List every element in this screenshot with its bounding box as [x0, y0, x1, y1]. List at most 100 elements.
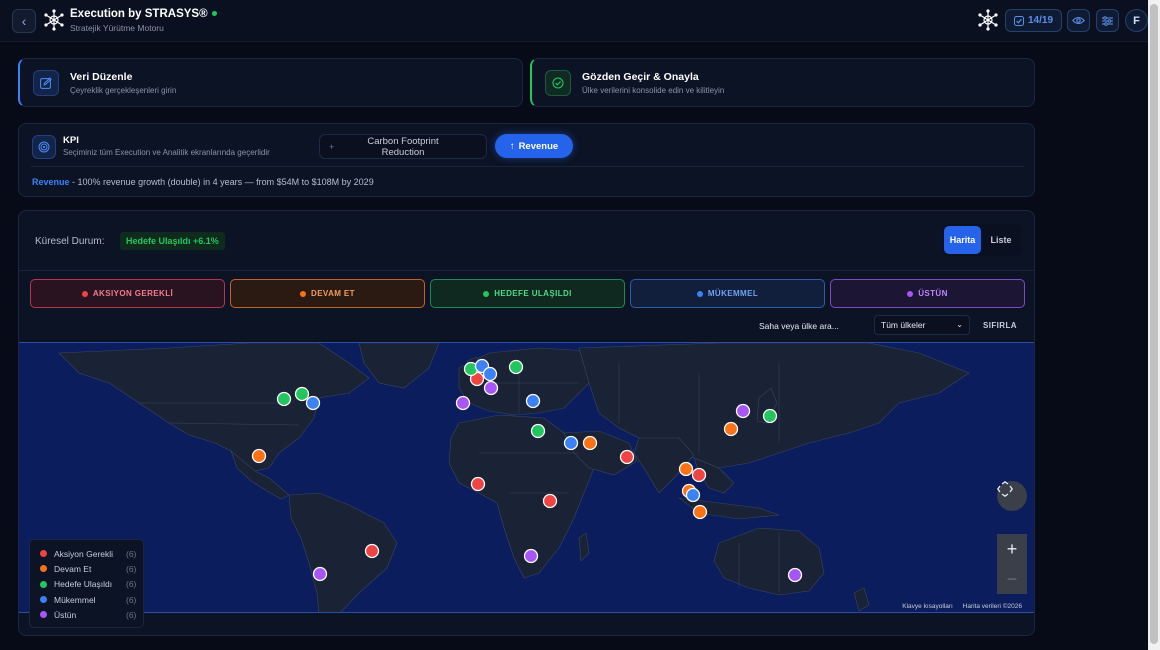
legend-label: Aksiyon Gerekli [54, 548, 114, 559]
legend-item: Mükemmel (6) [40, 592, 143, 607]
target-icon [32, 135, 56, 159]
filter-target-reached[interactable]: HEDEFE ULAŞILDI [430, 279, 625, 308]
legend-label: Devam Et [54, 563, 92, 574]
marker-ustun [735, 403, 751, 419]
search-input[interactable] [759, 317, 867, 334]
chevron-left-icon: ‹ [21, 13, 27, 29]
filter-excellent[interactable]: MÜKEMMEL [630, 279, 825, 308]
map-attribution: Klavye kısayolları Harita verileri ©2026 [894, 603, 1022, 610]
divider [19, 270, 1034, 271]
global-status-card: Küresel Durum: Hedefe Ulaşıldı +6.1% Har… [18, 210, 1035, 636]
divider [31, 166, 1024, 167]
filter-superior[interactable]: ÜSTÜN [830, 279, 1025, 308]
user-avatar[interactable]: F [1125, 9, 1148, 32]
country-select[interactable]: Tüm ülkeler ⌄ [874, 315, 970, 335]
status-dot [696, 290, 703, 297]
legend-count: (6) [126, 609, 137, 620]
marker-aksiyon-gerekli [542, 493, 558, 509]
world-map-svg [58, 343, 970, 612]
marker-devam-et [723, 421, 739, 437]
keyboard-shortcuts-link[interactable]: Klavye kısayolları [902, 603, 953, 610]
marker-hedefe-ulasildi [294, 386, 310, 402]
kpi-option-carbon[interactable]: + Carbon Footprint Reduction [319, 134, 487, 159]
legend-label: Mükemmel [54, 594, 96, 605]
preview-button[interactable] [1067, 9, 1090, 32]
legend-count: (6) [126, 579, 137, 590]
marker-ustun [523, 548, 539, 564]
marker-devam-et [678, 461, 694, 477]
world-map[interactable]: + − Klavye kısayolları Harita verileri ©… [19, 342, 1034, 613]
page-scrollbar[interactable] [1148, 0, 1160, 650]
north-america-landmass [58, 343, 370, 472]
step-card-edit-data[interactable]: Veri Düzenle Çeyreklik gerçekleşenleri g… [18, 58, 523, 107]
marker-ustun [483, 380, 499, 396]
status-dot [40, 580, 47, 588]
filter-continue[interactable]: DEVAM ET [230, 279, 425, 308]
kpi-label: KPI [63, 135, 79, 146]
status-badge: Hedefe Ulaşıldı +6.1% [120, 232, 225, 250]
plus-icon: + [329, 142, 335, 152]
strasys-logo-icon [44, 9, 64, 31]
kpi-description-text: - 100% revenue growth (double) in 4 year… [69, 177, 374, 187]
marker-aksiyon-gerekli [470, 476, 486, 492]
map-legend: Aksiyon Gerekli (6) Devam Et (6) Hedefe Ul… [29, 539, 144, 628]
status-dot [300, 290, 307, 297]
reset-button[interactable]: SIFIRLA [977, 315, 1023, 335]
global-status-label: Küresel Durum: [35, 236, 105, 247]
online-status-dot [211, 11, 217, 17]
checklist-icon [1013, 15, 1024, 26]
legend-item: Devam Et (6) [40, 561, 143, 576]
step-title: Veri Düzenle [70, 71, 133, 83]
status-dot [40, 565, 47, 573]
filter-label: ÜSTÜN [918, 289, 948, 298]
step-subtitle: Çeyreklik gerçekleşenleri girin [70, 86, 177, 95]
step-subtitle: Ülke verilerini konsolide edin ve kilitl… [582, 86, 725, 95]
legend-count: (6) [126, 548, 137, 559]
top-bar: ‹ Execution by STRASYS® Stratejik Yürütm… [0, 0, 1148, 42]
progress-counter-button[interactable]: 14/19 [1005, 9, 1062, 32]
legend-item: Üstün (6) [40, 607, 143, 622]
status-dot [81, 290, 88, 297]
marker-aksiyon-gerekli [364, 543, 380, 559]
status-dot [483, 290, 490, 297]
counter-label: 14/19 [1027, 15, 1054, 26]
marker-aksiyon-gerekli [619, 449, 635, 465]
back-button[interactable]: ‹ [12, 9, 36, 33]
edit-icon [33, 70, 59, 96]
marker-mukemmel [482, 366, 498, 382]
kpi-option-revenue[interactable]: ↑ Revenue [495, 134, 573, 158]
scrollbar-thumb[interactable] [1150, 4, 1158, 644]
zoom-out-button[interactable]: − [997, 564, 1027, 594]
status-dot [40, 596, 47, 604]
greenland-landmass [358, 343, 440, 389]
marker-hedefe-ulasildi [508, 359, 524, 375]
legend-item: Aksiyon Gerekli (6) [40, 546, 143, 561]
australia-landmass [713, 527, 825, 596]
marker-mukemmel [305, 395, 321, 411]
kpi-description: Revenue - 100% revenue growth (double) i… [32, 177, 374, 187]
filter-action-required[interactable]: AKSIYON GEREKLİ [30, 279, 225, 308]
kpi-subtitle: Seçiminiz tüm Execution ve Analitik ekra… [63, 148, 270, 157]
marker-aksiyon-gerekli [691, 467, 707, 483]
marker-ustun [312, 566, 328, 582]
arrow-up-icon: ↑ [509, 140, 515, 152]
zoom-in-button[interactable]: + [997, 534, 1027, 564]
marker-ustun [455, 395, 471, 411]
map-data-credit: Harita verileri ©2026 [962, 603, 1022, 610]
legend-count: (6) [126, 563, 137, 574]
marker-hedefe-ulasildi [762, 408, 778, 424]
south-america-landmass [288, 492, 398, 612]
tab-list[interactable]: Liste [984, 226, 1018, 254]
step-title: Gözden Geçir & Onayla [582, 71, 699, 83]
strasys-mark-icon [978, 9, 998, 31]
eye-icon [1072, 16, 1085, 25]
app-subtitle: Stratejik Yürütme Motoru [70, 23, 164, 33]
settings-button[interactable] [1096, 9, 1119, 32]
tab-map[interactable]: Harita [944, 226, 981, 254]
move-icon [997, 481, 1013, 497]
map-pan-control[interactable] [997, 481, 1027, 511]
step-card-review-approve[interactable]: Gözden Geçir & Onayla Ülke verilerini ko… [530, 58, 1035, 107]
marker-hedefe-ulasildi [276, 391, 292, 407]
status-dot [40, 550, 47, 558]
marker-mukemmel [685, 487, 701, 503]
